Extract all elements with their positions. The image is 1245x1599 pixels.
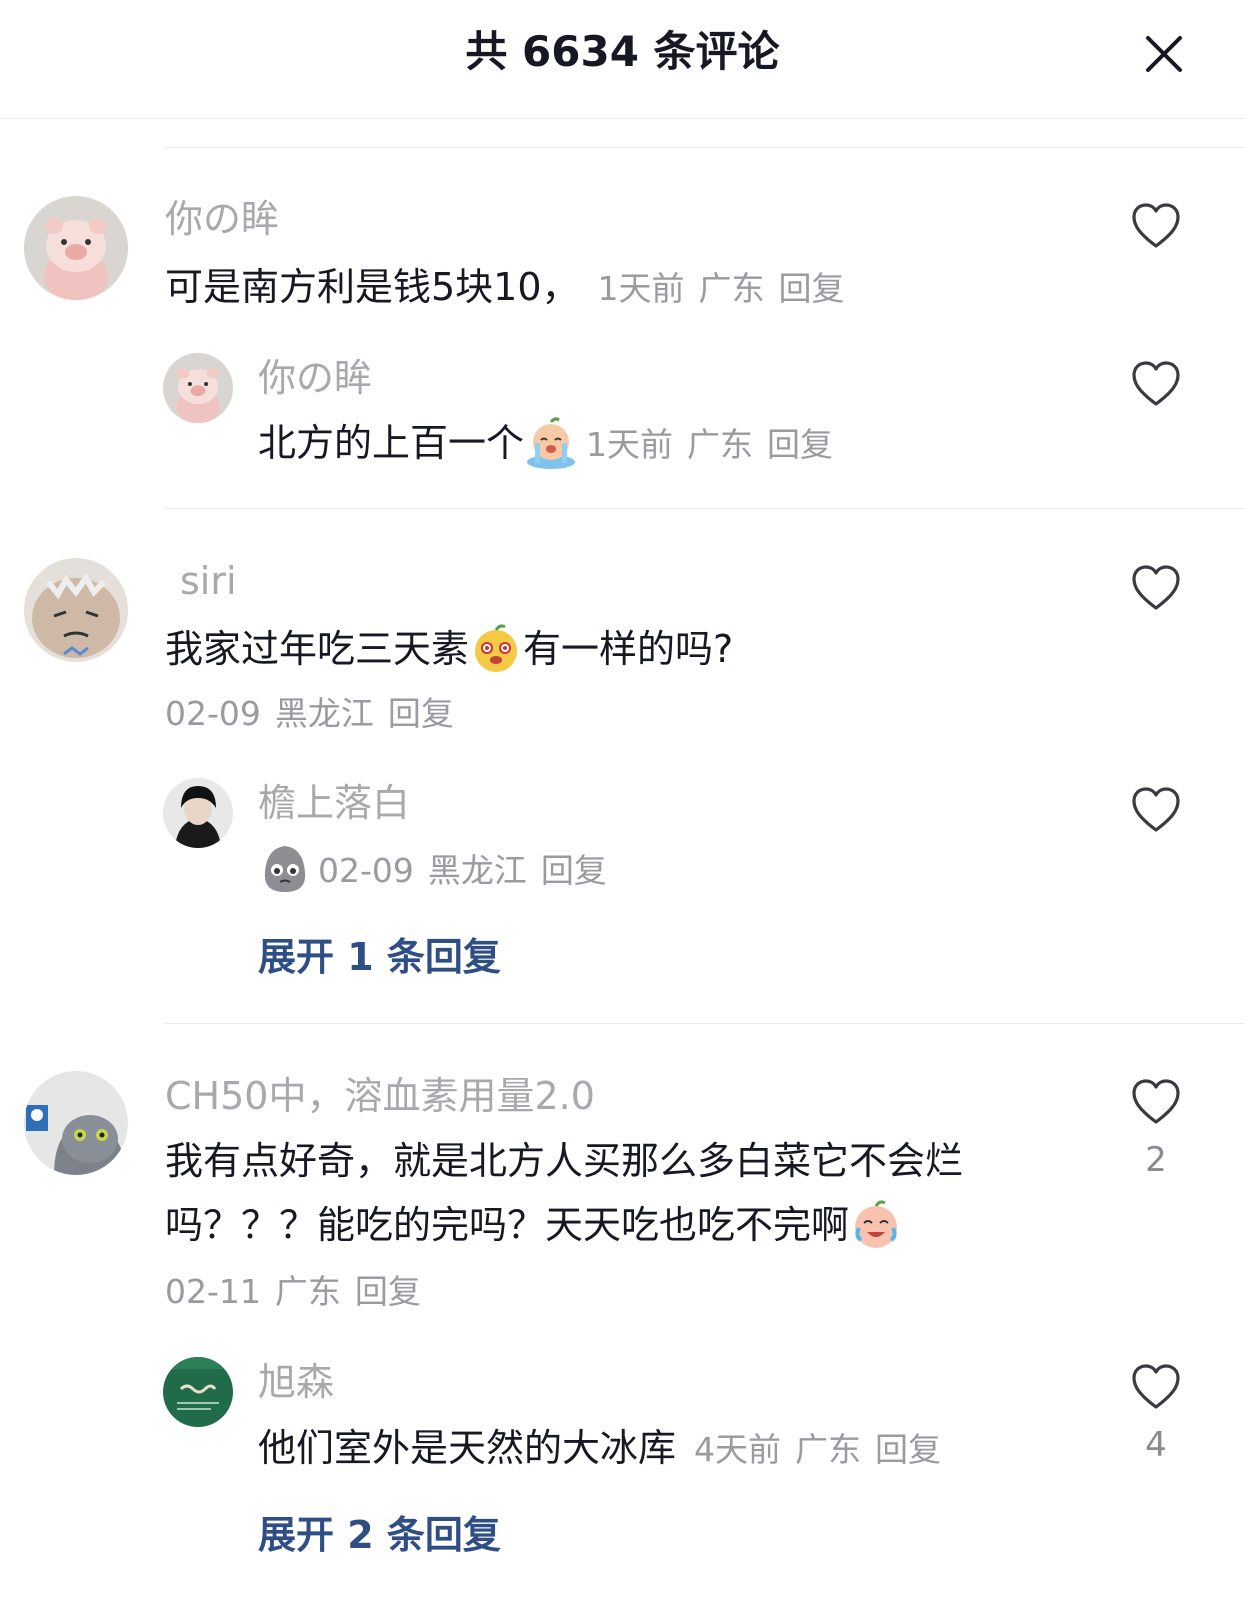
avatar[interactable] [163, 778, 233, 848]
comment-location: 广东 [698, 269, 765, 308]
comment-time: 02-09 [165, 694, 261, 733]
reply-body: 北方的上百一个 [258, 421, 525, 465]
heart-icon [1132, 1079, 1180, 1124]
username[interactable]: 你の眸 [258, 355, 372, 401]
like-count: 4 [1145, 1425, 1167, 1465]
crying-emoji-icon [524, 416, 578, 470]
comment-location: 黑龙江 [274, 694, 374, 733]
expand-replies-button[interactable]: 展开 2 条回复 [258, 1504, 501, 1559]
comment-time: 1天前 [586, 425, 674, 464]
reply-button[interactable]: 回复 [767, 425, 833, 464]
comment-text: 我家过年吃三天素 有一样的吗? [165, 624, 733, 679]
heart-icon [1132, 787, 1180, 832]
avatar[interactable] [24, 196, 128, 300]
comment-location: 黑龙江 [427, 850, 527, 890]
laugh-cry-emoji-icon [849, 1198, 903, 1252]
reply-button[interactable]: 回复 [779, 269, 845, 308]
divider [165, 147, 1245, 148]
comment-meta: 1天前 广东 回复 [598, 269, 859, 308]
like-button[interactable] [1130, 564, 1182, 612]
reply-meta: 1天前 广东 回复 [586, 425, 847, 464]
heart-icon [1132, 565, 1180, 610]
username[interactable]: 旭森 [258, 1359, 334, 1405]
avatar[interactable] [24, 1071, 128, 1175]
username[interactable]: 你の眸 [165, 196, 279, 242]
comment-text: 可是南方利是钱5块10， 1天前 广东 回复 [165, 262, 859, 314]
comment-meta: 02-09 黑龙江 回复 [165, 692, 468, 736]
like-button[interactable] [1130, 360, 1182, 408]
comment-time: 02-09 [318, 850, 414, 890]
drooling-emoji-icon [469, 622, 523, 676]
reply-body: 他们室外是天然的大冰库 [258, 1426, 677, 1470]
heart-icon [1132, 1364, 1180, 1409]
avatar[interactable] [163, 353, 233, 423]
comment-body-part: 我家过年吃三天素 [165, 627, 470, 671]
comment-body-part: 有一样的吗? [523, 627, 734, 671]
username[interactable]: 檐上落白 [258, 780, 410, 826]
like-count: 2 [1145, 1140, 1167, 1180]
reply-button[interactable]: 回复 [875, 1430, 941, 1469]
comment-time: 02-11 [165, 1272, 261, 1311]
comment-body-part: 吗？？？能吃的完吗？天天吃也吃不完啊 [165, 1203, 850, 1247]
divider [165, 1023, 1245, 1024]
like-button[interactable] [1130, 1363, 1182, 1411]
avatar[interactable] [24, 558, 128, 662]
reply-text: 他们室外是天然的大冰库 4天前 广东 回复 [258, 1423, 955, 1475]
like-button[interactable] [1130, 786, 1182, 834]
comment-text-line: 我有点好奇，就是北方人买那么多白菜它不会烂 [165, 1139, 964, 1183]
reply-meta: 02-09 黑龙江 回复 [258, 845, 621, 899]
close-icon [1146, 36, 1182, 72]
like-button[interactable] [1130, 1078, 1182, 1126]
sad-emoji-icon [258, 842, 312, 896]
comment-body: 可是南方利是钱5块10， [165, 265, 580, 309]
close-button[interactable] [1140, 30, 1188, 78]
comment-time: 1天前 [597, 269, 685, 308]
avatar[interactable] [163, 1357, 233, 1427]
heart-icon [1132, 203, 1180, 248]
reply-button[interactable]: 回复 [355, 1272, 421, 1311]
comment-meta: 02-11 广东 回复 [165, 1270, 435, 1314]
reply-button[interactable]: 回复 [541, 851, 607, 890]
reply-button[interactable]: 回复 [388, 694, 454, 733]
comment-location: 广东 [687, 425, 754, 464]
comment-location: 广东 [274, 1272, 341, 1311]
username[interactable]: siri [180, 558, 237, 604]
comment-text-line: 吗？？？能吃的完吗？天天吃也吃不完啊 [165, 1200, 903, 1255]
username[interactable]: CH50中，溶血素用量2.0 [165, 1073, 595, 1119]
divider [165, 508, 1245, 509]
heart-icon [1132, 361, 1180, 406]
comment-time: 4天前 [694, 1430, 782, 1469]
comments-header: 共 6634 条评论 [0, 0, 1245, 119]
comment-location: 广东 [795, 1430, 862, 1469]
reply-meta: 4天前 广东 回复 [694, 1430, 955, 1469]
reply-text: 北方的上百一个 1天前 广东 回复 [258, 416, 847, 473]
comment-count-title: 共 6634 条评论 [465, 27, 780, 76]
like-button[interactable] [1130, 202, 1182, 250]
expand-replies-button[interactable]: 展开 1 条回复 [258, 926, 501, 981]
